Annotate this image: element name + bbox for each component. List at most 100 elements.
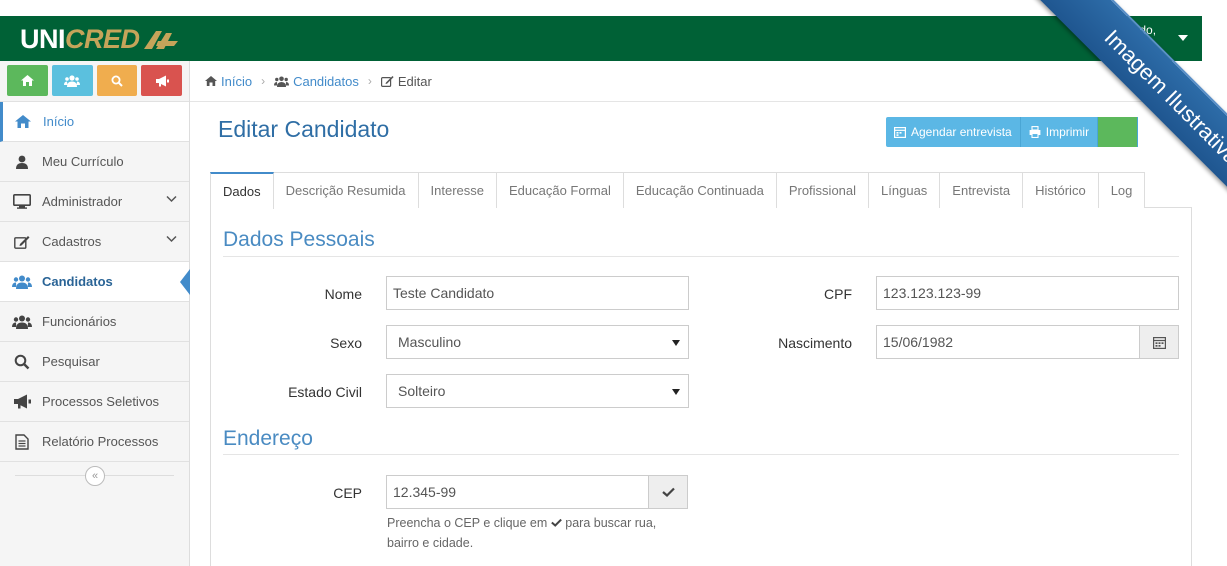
tab-educacao-formal[interactable]: Educação Formal — [497, 172, 624, 208]
breadcrumb-current: Editar — [380, 73, 432, 89]
app-header: UNI CRED em vindo, erize — [0, 16, 1202, 61]
cep-help-text: Preencha o CEP e clique em para buscar r… — [387, 513, 687, 553]
quick-home-button[interactable] — [7, 65, 48, 96]
monitor-icon — [12, 194, 32, 209]
sidebar-item-label: Processos Seletivos — [42, 394, 160, 409]
birth-value: 15/06/1982 — [883, 334, 954, 350]
breadcrumb-home-label: Início — [221, 73, 253, 89]
quick-users-button[interactable] — [51, 65, 93, 96]
users-icon — [64, 74, 81, 87]
quick-search-button[interactable] — [96, 65, 138, 96]
quick-actions — [0, 61, 189, 101]
cep-help-part1: Preencha o CEP e clique em — [387, 516, 548, 530]
save-button[interactable] — [1098, 117, 1139, 147]
check-icon — [661, 487, 675, 497]
user-icon — [12, 155, 32, 169]
civil-status-value: Solteiro — [398, 383, 446, 399]
brand-mark-icon — [143, 31, 178, 49]
calendar-icon — [894, 127, 906, 138]
cpf-label: CPF — [824, 286, 852, 302]
printer-icon — [1029, 126, 1041, 138]
sidebar-item-label: Administrador — [42, 194, 123, 209]
schedule-interview-button[interactable]: Agendar entrevista — [886, 117, 1021, 147]
sidebar-item-meu-curriculo[interactable]: Meu Currículo — [0, 142, 189, 182]
breadcrumb: Início › Candidatos › Editar — [190, 61, 1202, 102]
megaphone-icon — [12, 394, 32, 409]
home-icon — [205, 76, 217, 86]
chevron-down-icon — [166, 235, 177, 243]
document-icon — [12, 433, 32, 450]
sidebar-item-processos-seletivos[interactable]: Processos Seletivos — [0, 382, 189, 422]
sidebar: Início Meu Currículo Administrador Cadas… — [0, 61, 190, 566]
sidebar-item-label: Meu Currículo — [42, 154, 124, 169]
tab-dados[interactable]: Dados — [210, 172, 274, 209]
brand-logo[interactable]: UNI CRED — [20, 23, 178, 55]
sex-value: Masculino — [398, 334, 462, 350]
tab-historico[interactable]: Histórico — [1023, 172, 1099, 208]
sidebar-item-label: Relatório Processos — [42, 434, 159, 449]
sidebar-menu: Início Meu Currículo Administrador Cadas… — [0, 101, 190, 462]
cep-field[interactable]: 12.345-99 — [386, 475, 649, 509]
date-picker-button[interactable] — [1139, 325, 1179, 359]
candidate-tabs: Dados Descrição Resumida Interesse Educa… — [210, 172, 1192, 209]
breadcrumb-candidates-link[interactable]: Candidatos — [274, 74, 359, 89]
sidebar-item-relatorio-processos[interactable]: Relatório Processos — [0, 422, 189, 462]
cep-value: 12.345-99 — [393, 484, 457, 500]
sidebar-item-label: Início — [43, 114, 75, 129]
welcome-text: em vindo, — [1104, 23, 1157, 37]
cpf-field[interactable]: 123.123.123-99 — [876, 276, 1179, 310]
sidebar-item-inicio[interactable]: Início — [0, 102, 189, 142]
sidebar-item-label: Candidatos — [42, 274, 113, 289]
sidebar-collapse: « — [0, 462, 189, 490]
tab-profissional[interactable]: Profissional — [776, 172, 870, 208]
divider — [223, 256, 1179, 257]
collapse-sidebar-button[interactable]: « — [85, 466, 105, 486]
users-icon — [12, 315, 32, 329]
home-icon — [13, 115, 33, 128]
user-menu[interactable]: em vindo, erize — [1092, 16, 1202, 61]
check-icon — [550, 518, 562, 527]
sidebar-item-label: Pesquisar — [42, 354, 100, 369]
cep-search-button[interactable] — [648, 475, 688, 509]
breadcrumb-home-link[interactable]: Início — [205, 74, 252, 89]
tab-educacao-continuada[interactable]: Educação Continuada — [623, 172, 777, 208]
page-title: Editar Candidato — [218, 116, 390, 142]
chevron-down-icon — [1178, 35, 1188, 41]
breadcrumb-current-label: Editar — [397, 73, 432, 89]
sidebar-item-pesquisar[interactable]: Pesquisar — [0, 342, 189, 382]
name-field[interactable]: Teste Candidato — [386, 276, 689, 310]
sidebar-item-administrador[interactable]: Administrador — [0, 182, 189, 222]
name-value: Teste Candidato — [393, 285, 495, 301]
sidebar-item-label: Funcionários — [42, 314, 117, 329]
print-button[interactable]: Imprimir — [1020, 117, 1099, 147]
caret-down-icon — [672, 389, 680, 395]
page-actions: Agendar entrevista Imprimir — [886, 117, 1139, 147]
chevron-right-icon: › — [261, 74, 266, 88]
tab-descricao-resumida[interactable]: Descrição Resumida — [273, 172, 419, 208]
tab-linguas[interactable]: Línguas — [869, 172, 941, 208]
search-icon — [111, 75, 123, 87]
sidebar-item-label: Cadastros — [42, 234, 102, 249]
tab-log[interactable]: Log — [1098, 172, 1146, 208]
chevron-down-icon — [166, 195, 177, 203]
sidebar-item-candidatos[interactable]: Candidatos — [0, 262, 190, 302]
civil-status-label: Estado Civil — [288, 384, 362, 400]
sidebar-item-cadastros[interactable]: Cadastros — [0, 222, 189, 262]
cep-label: CEP — [333, 485, 362, 501]
double-chevron-left-icon: « — [91, 470, 99, 482]
name-label: Nome — [324, 286, 362, 302]
search-icon — [12, 354, 32, 370]
tab-entrevista[interactable]: Entrevista — [940, 172, 1024, 208]
tab-interesse[interactable]: Interesse — [418, 172, 497, 208]
user-name: erize — [1104, 37, 1131, 51]
sex-label: Sexo — [330, 335, 362, 351]
quick-megaphone-button[interactable] — [141, 65, 182, 96]
sidebar-item-funcionarios[interactable]: Funcionários — [0, 302, 189, 342]
print-label: Imprimir — [1045, 125, 1090, 139]
brand-text-cred: CRED — [65, 23, 140, 54]
birth-date-field[interactable]: 15/06/1982 — [876, 325, 1140, 359]
home-icon — [20, 75, 34, 86]
sex-select[interactable]: Masculino — [386, 325, 689, 359]
civil-status-select[interactable]: Solteiro — [386, 374, 689, 408]
chevron-right-icon: › — [367, 74, 372, 88]
